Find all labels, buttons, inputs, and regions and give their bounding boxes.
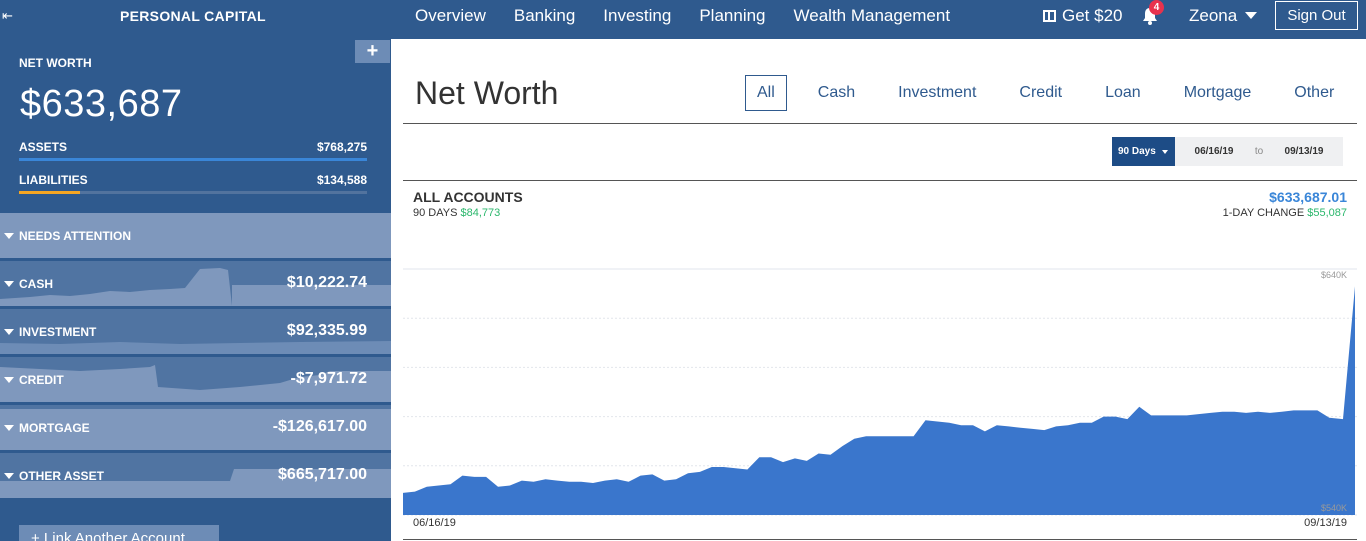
get-offer-link[interactable]: Get $20 bbox=[1043, 0, 1123, 31]
page-title: Net Worth bbox=[415, 75, 559, 111]
y-tick-label-bottom: $540K bbox=[1321, 503, 1347, 513]
nav-investing[interactable]: Investing bbox=[603, 0, 671, 39]
needs-attention-section[interactable]: NEEDS ATTENTION bbox=[0, 213, 391, 258]
total-value: $633,687.01 bbox=[1269, 189, 1347, 205]
account-label: MORTGAGE bbox=[19, 421, 90, 435]
account-group-investment[interactable]: INVESTMENT $92,335.99 bbox=[0, 309, 391, 354]
liabilities-value: $134,588 bbox=[316, 173, 367, 187]
main-content: Net Worth All Cash Investment Credit Loa… bbox=[403, 39, 1357, 541]
filter-other[interactable]: Other bbox=[1282, 75, 1346, 111]
account-label: CASH bbox=[19, 277, 54, 291]
assets-value: $768,275 bbox=[316, 140, 367, 154]
get-offer-label: Get $20 bbox=[1062, 6, 1123, 25]
assets-bar bbox=[19, 158, 367, 161]
nav-banking[interactable]: Banking bbox=[514, 0, 575, 39]
account-label: INVESTMENT bbox=[19, 325, 97, 339]
caret-down-icon bbox=[4, 473, 14, 479]
liabilities-bar bbox=[19, 191, 367, 194]
divider bbox=[403, 180, 1357, 181]
caret-down-icon bbox=[4, 425, 14, 431]
account-value: $665,717.00 bbox=[278, 466, 367, 483]
brand-logo[interactable]: PERSONAL CAPITAL bbox=[120, 8, 266, 24]
day-change-label: 1-DAY CHANGE bbox=[1222, 207, 1305, 219]
net-worth-chart[interactable]: $640K $540K bbox=[403, 259, 1357, 517]
account-group-other-asset[interactable]: OTHER ASSET $665,717.00 bbox=[0, 453, 391, 498]
x-start-label: 06/16/19 bbox=[413, 517, 456, 529]
period-change-value: $84,773 bbox=[460, 207, 501, 219]
user-menu[interactable]: Zeona bbox=[1189, 0, 1258, 31]
day-change-value: $55,087 bbox=[1307, 207, 1347, 219]
filter-cash[interactable]: Cash bbox=[806, 75, 867, 111]
caret-down-icon bbox=[4, 329, 14, 335]
account-value: $10,222.74 bbox=[286, 274, 367, 291]
net-worth-area-series bbox=[403, 286, 1355, 515]
account-group-mortgage[interactable]: MORTGAGE -$126,617.00 bbox=[0, 405, 391, 450]
account-group-credit[interactable]: CREDIT -$7,971.72 bbox=[0, 357, 391, 402]
date-to-input[interactable]: 09/13/19 bbox=[1265, 137, 1343, 166]
top-nav-bar: ⇤ PERSONAL CAPITAL Overview Banking Inve… bbox=[0, 0, 1366, 39]
notification-badge: 4 bbox=[1149, 0, 1164, 15]
nav-planning[interactable]: Planning bbox=[699, 0, 765, 39]
caret-down-icon bbox=[4, 281, 14, 287]
one-day-change: 1-DAY CHANGE $55,087 bbox=[1223, 207, 1347, 219]
range-label: 90 Days bbox=[1118, 146, 1156, 157]
account-value: -$7,971.72 bbox=[290, 370, 367, 387]
net-worth-value: $633,687 bbox=[20, 83, 183, 125]
add-account-button[interactable]: + bbox=[355, 40, 390, 63]
net-worth-label: NET WORTH bbox=[19, 56, 92, 70]
filter-mortgage[interactable]: Mortgage bbox=[1172, 75, 1264, 111]
liabilities-bar-fill bbox=[19, 191, 80, 194]
needs-attention-label: NEEDS ATTENTION bbox=[19, 229, 132, 243]
filter-loan[interactable]: Loan bbox=[1093, 75, 1153, 111]
account-type-filters: All Cash Investment Credit Loan Mortgage… bbox=[745, 75, 1346, 111]
caret-down-icon bbox=[4, 377, 14, 383]
scrollbar[interactable] bbox=[1358, 39, 1366, 541]
assets-row[interactable]: ASSETS $768,275 bbox=[19, 140, 367, 154]
divider bbox=[403, 539, 1357, 540]
x-end-label: 09/13/19 bbox=[1304, 517, 1347, 529]
date-separator: to bbox=[1254, 146, 1264, 157]
collapse-left-icon[interactable]: ⇤ bbox=[2, 7, 16, 25]
nav-wealth-management[interactable]: Wealth Management bbox=[794, 0, 951, 39]
date-range-picker: 90 Days 06/16/19 to 09/13/19 bbox=[1112, 137, 1343, 166]
caret-down-icon bbox=[4, 233, 14, 239]
chevron-down-icon bbox=[1161, 149, 1168, 154]
liabilities-label: LIABILITIES bbox=[19, 173, 88, 187]
account-group-cash[interactable]: CASH $10,222.74 bbox=[0, 261, 391, 306]
sidebar: + NET WORTH $633,687 ASSETS $768,275 LIA… bbox=[0, 39, 391, 541]
period-change: 90 DAYS $84,773 bbox=[413, 207, 500, 219]
account-value: -$126,617.00 bbox=[272, 418, 367, 435]
filter-credit[interactable]: Credit bbox=[1007, 75, 1074, 111]
sign-out-button[interactable]: Sign Out bbox=[1275, 1, 1358, 30]
filter-all[interactable]: All bbox=[745, 75, 787, 111]
link-another-account-button[interactable]: + Link Another Account bbox=[19, 525, 219, 541]
account-label: CREDIT bbox=[19, 373, 64, 387]
divider bbox=[403, 123, 1357, 124]
nav-overview[interactable]: Overview bbox=[415, 0, 486, 39]
user-name: Zeona bbox=[1189, 6, 1238, 25]
main-nav: Overview Banking Investing Planning Weal… bbox=[415, 0, 978, 39]
account-value: $92,335.99 bbox=[286, 322, 367, 339]
assets-label: ASSETS bbox=[19, 140, 68, 154]
assets-bar-fill bbox=[19, 158, 367, 161]
account-label: OTHER ASSET bbox=[19, 469, 104, 483]
chevron-down-icon bbox=[1245, 12, 1258, 19]
filter-investment[interactable]: Investment bbox=[886, 75, 988, 111]
y-tick-label-top: $640K bbox=[1321, 270, 1347, 280]
period-label: 90 DAYS bbox=[413, 207, 458, 219]
gift-icon bbox=[1043, 9, 1056, 22]
accounts-title: ALL ACCOUNTS bbox=[413, 189, 523, 205]
range-dropdown[interactable]: 90 Days bbox=[1112, 137, 1175, 166]
date-from-input[interactable]: 06/16/19 bbox=[1175, 137, 1253, 166]
liabilities-row[interactable]: LIABILITIES $134,588 bbox=[19, 173, 367, 187]
